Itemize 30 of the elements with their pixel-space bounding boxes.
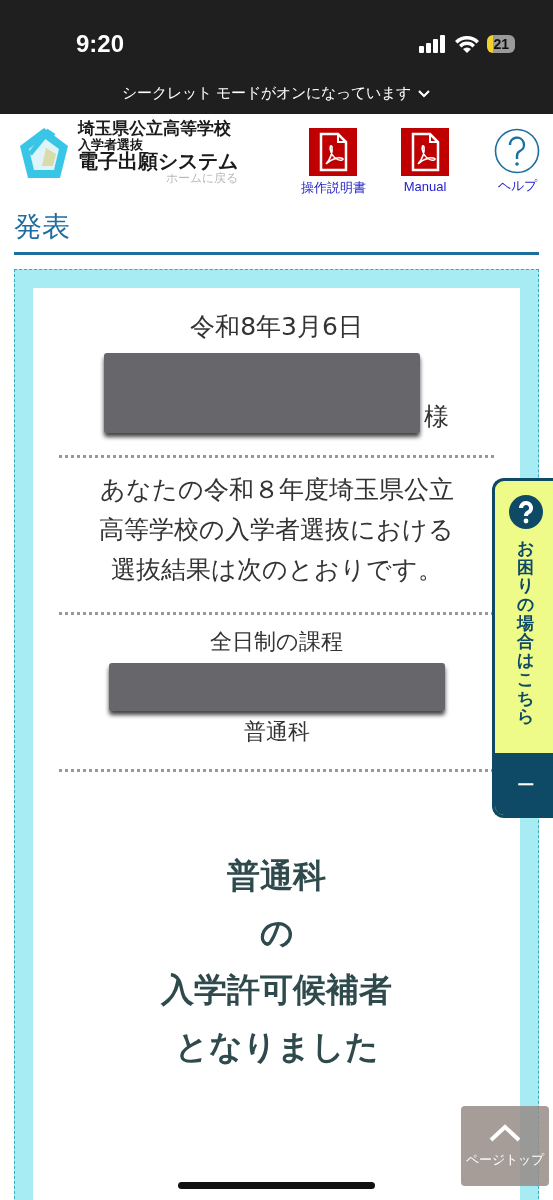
header-link[interactable]: Manual bbox=[389, 128, 461, 197]
notice-message: あなたの令和８年度埼玉県公立高等学校の入学者選抜における選抜結果は次のとおりです。 bbox=[98, 474, 455, 586]
battery-indicator: 21 bbox=[487, 35, 515, 53]
chevron-up-icon[interactable] bbox=[488, 1123, 522, 1143]
help-icon[interactable] bbox=[508, 495, 543, 529]
help-side-tab[interactable]: お困りの場合はこちら − bbox=[492, 478, 553, 818]
chevron-down-icon[interactable] bbox=[417, 88, 432, 99]
signal-icon bbox=[419, 35, 448, 53]
logo-title[interactable]: 埼玉県公立高等学校 bbox=[78, 120, 238, 138]
result-text: となりました bbox=[173, 1026, 380, 1068]
course-name: 全日制の課程 bbox=[209, 628, 344, 656]
page-title: 発表 bbox=[14, 206, 539, 255]
help-icon bbox=[494, 128, 540, 174]
help-tab-label[interactable]: お困りの場合はこちら bbox=[517, 539, 534, 726]
result-text: 普通科 bbox=[226, 855, 327, 897]
result-text: の bbox=[258, 912, 295, 954]
logo-subtitle[interactable]: 入学者選抜 bbox=[78, 137, 238, 152]
result-text: 入学許可候補者 bbox=[160, 969, 393, 1011]
logo-system-name[interactable]: 電子出願システム bbox=[78, 151, 238, 173]
department-name: 普通科 bbox=[242, 718, 311, 746]
incognito-notice[interactable]: シークレット モードがオンになっています bbox=[121, 84, 412, 103]
header-link[interactable]: ヘルプ bbox=[481, 128, 553, 197]
pdf-icon bbox=[401, 128, 449, 176]
clock-time: 9:20 bbox=[76, 30, 125, 58]
collapse-button[interactable]: − bbox=[495, 753, 553, 815]
wifi-icon bbox=[455, 35, 480, 53]
name-suffix: 様 bbox=[424, 401, 449, 433]
header-link[interactable]: 操作説明書 bbox=[297, 128, 369, 197]
pdf-icon bbox=[309, 128, 357, 176]
notice-date: 令和8年3月6日 bbox=[189, 311, 364, 343]
